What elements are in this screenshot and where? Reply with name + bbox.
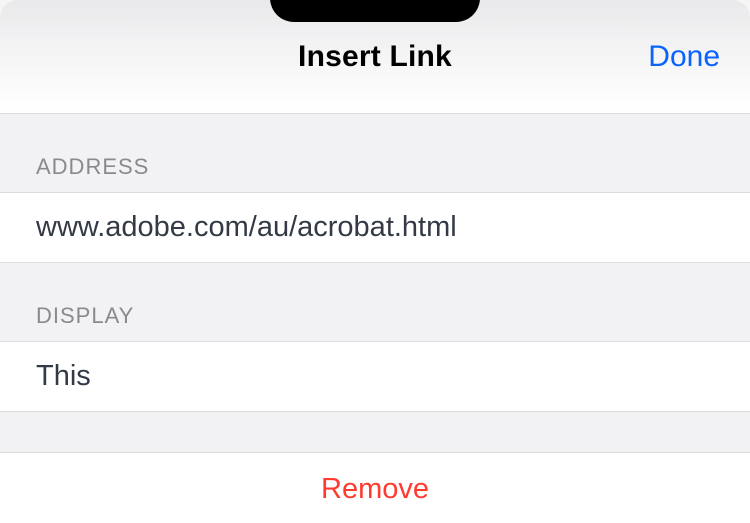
page-title: Insert Link (298, 40, 452, 74)
device-notch (270, 0, 480, 22)
address-input[interactable] (36, 211, 714, 244)
address-row (0, 192, 750, 263)
remove-button[interactable]: Remove (321, 473, 429, 506)
insert-link-sheet: Insert Link Done ADDRESS DISPLAY Remove (0, 0, 750, 523)
display-section-label: DISPLAY (0, 263, 750, 341)
remove-row: Remove (0, 452, 750, 523)
address-section-label: ADDRESS (0, 114, 750, 192)
display-row (0, 341, 750, 412)
done-button[interactable]: Done (648, 40, 720, 74)
display-input[interactable] (36, 360, 714, 393)
